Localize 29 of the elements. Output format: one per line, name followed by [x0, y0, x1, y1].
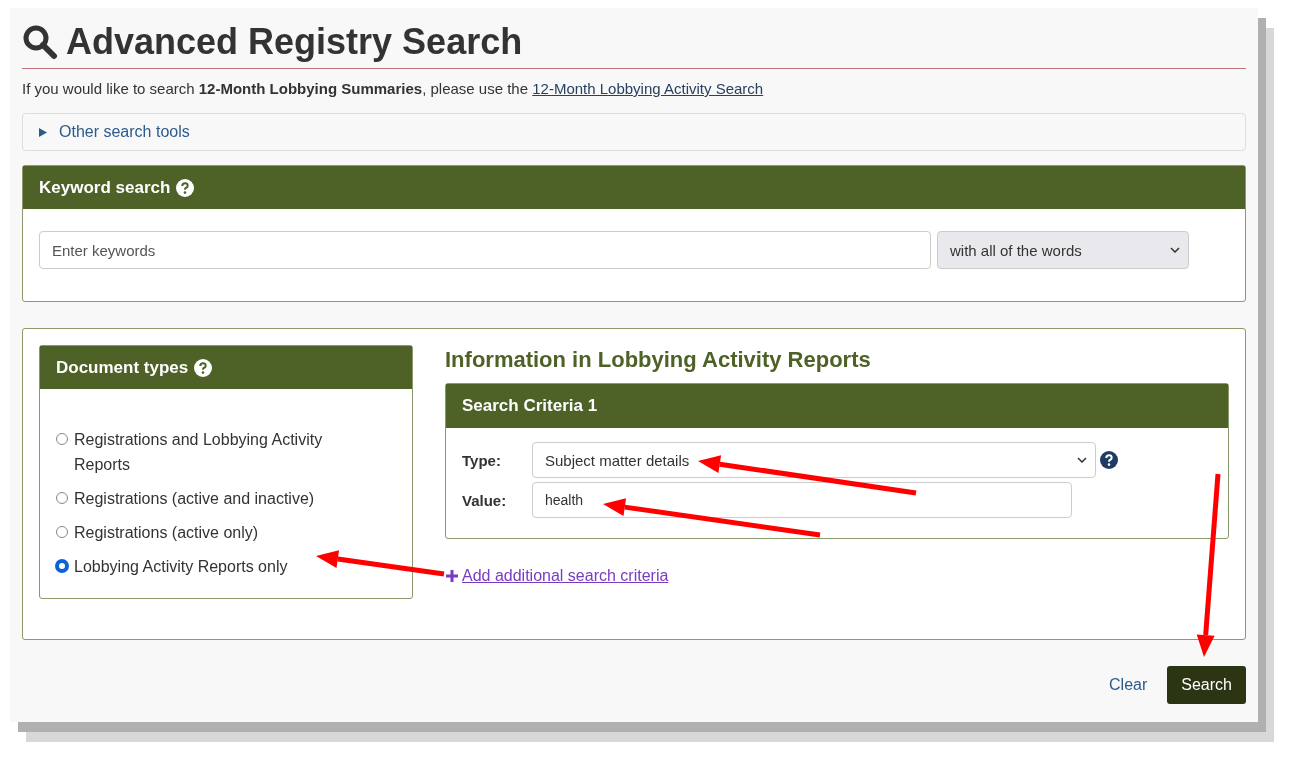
- triangle-icon: [39, 127, 47, 137]
- value-field[interactable]: health: [532, 482, 1072, 518]
- panel-title: Keyword search: [39, 177, 171, 198]
- document-type-option[interactable]: Registrations and Lobbying Activity Reports: [56, 427, 346, 477]
- help-icon[interactable]: [176, 178, 195, 197]
- chevron-down-icon: [1170, 247, 1180, 253]
- document-type-option[interactable]: Registrations (active and inactive): [56, 486, 346, 511]
- panel-title: Search Criteria 1: [462, 396, 598, 416]
- page-title: Advanced Registry Search: [66, 22, 523, 62]
- chevron-down-icon: [1077, 457, 1087, 463]
- add-criteria-link[interactable]: Add additional search criteria: [462, 567, 669, 585]
- document-type-option[interactable]: Registrations (active only): [56, 520, 346, 545]
- other-tools-toggle[interactable]: Other search tools: [39, 123, 190, 141]
- search-icon: [22, 24, 58, 60]
- help-icon[interactable]: [194, 358, 213, 377]
- plus-icon: [445, 569, 459, 583]
- match-mode-select[interactable]: with all of the words: [937, 231, 1189, 269]
- field-label: Type:: [462, 451, 502, 469]
- section-heading: Information in Lobbying Activity Reports: [445, 347, 872, 373]
- type-select[interactable]: Subject matter details: [532, 442, 1096, 478]
- intro-text: If you would like to search 12-Month Lobbying Summaries, please use the 12-Month Lobbying Activity Search: [22, 79, 765, 99]
- activity-search-link[interactable]: 12-Month Lobbying Activity Search: [532, 80, 764, 97]
- document-type-option[interactable]: Lobbying Activity Reports only: [56, 554, 346, 579]
- help-icon[interactable]: [1100, 451, 1118, 469]
- search-button[interactable]: Search: [1167, 666, 1246, 704]
- field-label: Value:: [462, 491, 508, 509]
- keywords-field[interactable]: Enter keywords: [39, 231, 931, 269]
- panel-title: Document types: [56, 357, 189, 378]
- clear-button[interactable]: Clear: [1103, 670, 1154, 700]
